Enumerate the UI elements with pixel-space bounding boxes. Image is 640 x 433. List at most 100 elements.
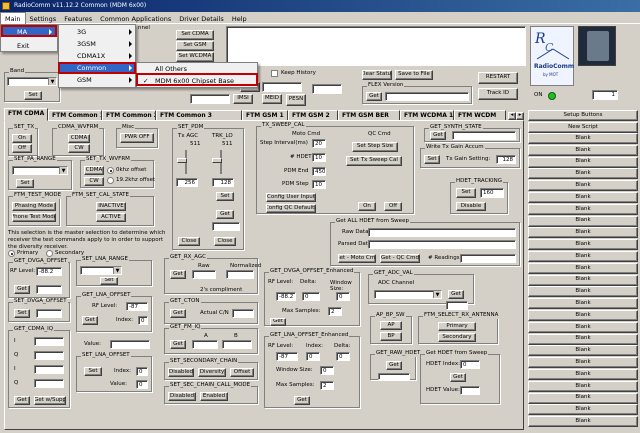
imsi-value-field[interactable] — [190, 94, 230, 104]
chain-diversity-button[interactable]: Diversity — [198, 368, 226, 377]
khz0-radio[interactable] — [107, 167, 114, 174]
dvga-enh-max-samples-field[interactable]: 2 — [328, 307, 342, 316]
blank-script-button[interactable]: Blank — [528, 274, 638, 286]
cdma-iq-get-button[interactable]: Get — [14, 396, 30, 405]
synth-get-button[interactable]: Get — [430, 131, 446, 140]
hdet-tracking-field[interactable]: 160 — [480, 188, 504, 198]
set-lna-value-field[interactable]: 0 — [136, 380, 148, 389]
status-textarea[interactable] — [226, 26, 526, 66]
dvga-enh-delta-field[interactable]: 0 — [302, 292, 320, 301]
dvga-value-field[interactable] — [36, 285, 62, 294]
iq-q2-field[interactable] — [34, 379, 64, 388]
lna-offset-get-button[interactable]: Get — [82, 316, 98, 325]
lna-range-set-button[interactable]: Set — [100, 277, 118, 285]
set-tx-on-button[interactable]: On — [12, 134, 32, 143]
blank-script-button[interactable]: Blank — [528, 392, 638, 404]
rx-agc-raw-field[interactable] — [192, 270, 216, 279]
port-spinner[interactable]: 1 — [592, 90, 618, 100]
lna-enh-delta-field[interactable]: 0 — [336, 352, 350, 361]
pesn-button[interactable]: PESN — [286, 94, 306, 106]
set-dvga-field[interactable] — [36, 309, 62, 318]
raw-hdet-get-button[interactable]: Get — [386, 361, 402, 370]
khz192-radio[interactable] — [107, 177, 114, 184]
set-lna-index-field[interactable]: 0 — [136, 367, 148, 376]
submenu-cdma1x[interactable]: CDMA1X — [77, 53, 105, 60]
tx-wvfrm-cw-button[interactable]: CW — [84, 177, 104, 186]
get-qc-cmd-button[interactable]: Get - QC Cmd — [380, 254, 420, 263]
blank-script-button[interactable]: Blank — [528, 156, 638, 168]
blank-script-button[interactable]: Blank — [528, 333, 638, 345]
get-moto-cmd-button[interactable]: Get - Moto Cmd — [338, 254, 376, 263]
menu-item-exit[interactable]: Exit — [17, 43, 29, 50]
lna-enh-max-samples-field[interactable]: 2 — [320, 381, 334, 390]
lna-enh-rf-level-field[interactable]: -87 — [276, 352, 298, 361]
set-wcdma-button[interactable]: Set WCDMA — [176, 52, 214, 62]
iq-i-field[interactable] — [34, 337, 64, 346]
parsed-data-field[interactable] — [368, 240, 516, 249]
meid-button[interactable]: MEID — [262, 94, 282, 104]
set-tx-off-button[interactable]: Off — [12, 144, 32, 153]
pdm-get-field[interactable] — [212, 222, 240, 231]
hdet-count-field[interactable]: 10 — [312, 153, 326, 162]
dvga-enh-window-field[interactable]: 0 — [336, 292, 350, 301]
tx-agc-slider-thumb[interactable] — [177, 158, 187, 163]
lna-enh-get-button[interactable]: Get — [294, 396, 310, 405]
submenu-gsm[interactable]: GSM — [77, 77, 92, 84]
blank-script-button[interactable]: Blank — [528, 286, 638, 298]
get-w-supp-button[interactable]: Get w/Supp — [34, 396, 66, 405]
menu-help[interactable]: Help — [228, 13, 251, 25]
imsi-button[interactable]: IMSI — [233, 94, 253, 104]
blank-script-button[interactable]: Blank — [528, 310, 638, 321]
config-qc-defaults-button[interactable]: Config QC Defaults — [266, 204, 316, 213]
adc-channel-combo[interactable]: ▼ — [374, 290, 442, 299]
antenna-primary-button[interactable]: Primary — [438, 322, 476, 331]
esn-field[interactable] — [262, 82, 302, 92]
fm-iq-a-field[interactable] — [192, 340, 218, 349]
tab-scroll-left-icon[interactable]: ◂ — [508, 112, 516, 120]
fm-iq-get-button[interactable]: Get — [170, 340, 186, 349]
tx-sweep-off-button[interactable]: Off — [384, 202, 402, 211]
lna-rf-level-field[interactable]: -87 — [126, 302, 148, 311]
chain-disabled-button[interactable]: Disabled — [168, 368, 194, 377]
cdma-wvfrm-cw-button[interactable]: CW — [68, 144, 90, 153]
dvga-get-button[interactable]: Get — [14, 285, 30, 294]
pa-range-set-button[interactable]: Set — [16, 179, 34, 188]
blank-script-button[interactable]: Blank — [528, 144, 638, 156]
pdm-set-button[interactable]: Set — [216, 192, 234, 201]
adc-get-button[interactable]: Get — [448, 290, 464, 299]
hdet-sweep-get-button[interactable]: Get — [450, 373, 466, 382]
blank-script-button[interactable]: Blank — [528, 180, 638, 192]
cal-inactive-button[interactable]: INACTIVE — [96, 202, 126, 211]
tx-wvfrm-cdma-button[interactable]: CDMA — [84, 166, 104, 175]
blank-script-button[interactable]: Blank — [528, 404, 638, 416]
new-script-button[interactable]: New Script — [528, 122, 638, 133]
iq-q-field[interactable] — [34, 351, 64, 360]
pa-range-combo[interactable]: ▼ — [12, 166, 68, 175]
lna-range-combo[interactable]: ▼ — [80, 266, 122, 275]
restart-button[interactable]: RESTART — [478, 72, 518, 84]
antenna-secondary-button[interactable]: Secondary — [438, 333, 476, 342]
adc-value-field[interactable] — [446, 301, 468, 310]
pesn-field[interactable] — [312, 84, 342, 94]
blank-script-button[interactable]: Blank — [528, 357, 638, 369]
set-tx-sweep-cal-button[interactable]: Set Tx Sweep Cal — [346, 156, 402, 166]
step-interval-field[interactable]: 20 — [312, 139, 326, 148]
pdm-step-field[interactable]: 10 — [312, 180, 326, 189]
blank-script-button[interactable]: Blank — [528, 298, 638, 310]
lna-offset-set-button[interactable]: Set — [84, 367, 102, 376]
chain-offset-button[interactable]: Offset — [230, 368, 254, 377]
iq-i2-field[interactable] — [34, 365, 64, 374]
submenu-3g[interactable]: 3G — [77, 29, 86, 36]
cal-active-button[interactable]: ACTIVE — [96, 213, 126, 222]
rx-agc-get-button[interactable]: Get — [170, 270, 186, 279]
lna-enh-window-field[interactable]: 0 — [320, 366, 334, 375]
readings-field[interactable] — [460, 254, 516, 263]
blank-script-button[interactable]: Blank — [528, 227, 638, 239]
blank-script-button[interactable]: Blank — [528, 416, 638, 428]
setup-buttons-button[interactable]: Setup Buttons — [528, 110, 638, 121]
phasing-mode-button[interactable]: Phasing Mode — [12, 202, 56, 211]
trk-lo-spinner[interactable]: 128 — [212, 178, 234, 187]
synth-state-field[interactable] — [452, 131, 516, 140]
fm-iq-b-field[interactable] — [222, 340, 252, 349]
raw-data-field[interactable] — [368, 228, 516, 237]
